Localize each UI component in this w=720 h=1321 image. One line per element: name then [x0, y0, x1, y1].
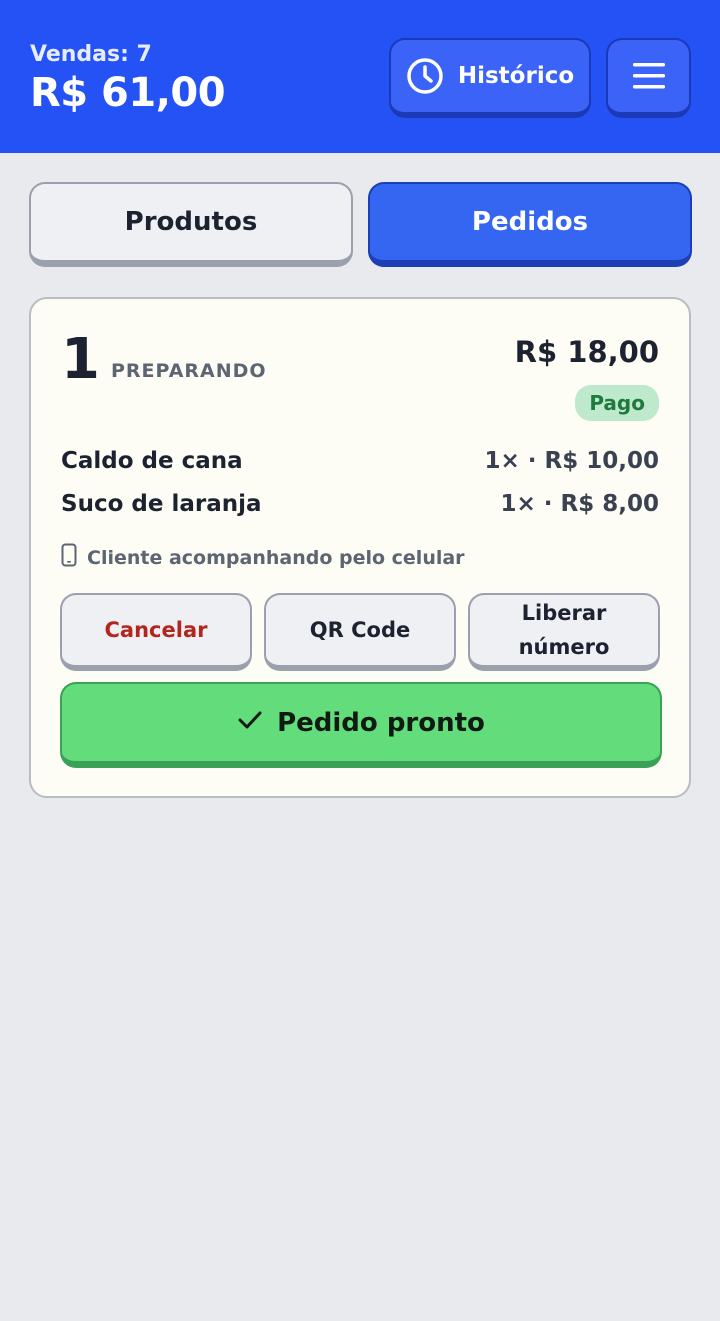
cancel-button[interactable]: Cancelar: [60, 593, 252, 671]
clock-icon: [406, 57, 444, 95]
checkmark-icon: [237, 708, 263, 738]
sales-total: R$ 61,00: [30, 70, 226, 116]
menu-button[interactable]: [606, 38, 691, 118]
item-qty-price: 1× · R$ 10,00: [484, 448, 660, 474]
order-ready-button[interactable]: Pedido pronto: [60, 682, 662, 768]
sales-count: Vendas: 7: [30, 42, 152, 67]
release-number-button[interactable]: Liberar número: [468, 593, 660, 671]
item-qty-price: 1× · R$ 8,00: [500, 491, 660, 517]
order-card: 1 PREPARANDO R$ 18,00 Pago Caldo de cana…: [29, 297, 691, 798]
qr-code-button[interactable]: QR Code: [264, 593, 456, 671]
tab-orders[interactable]: Pedidos: [368, 182, 692, 267]
tab-products[interactable]: Produtos: [29, 182, 353, 267]
history-button[interactable]: Histórico: [389, 38, 591, 118]
payment-status-badge: Pago: [575, 385, 659, 421]
hamburger-menu-icon: [631, 61, 667, 91]
history-label: Histórico: [457, 63, 575, 89]
order-item: Caldo de cana 1× · R$ 10,00: [61, 444, 659, 478]
client-tracking-note: Cliente acompanhando pelo celular: [61, 543, 465, 572]
order-status: PREPARANDO: [111, 360, 267, 382]
top-bar: Vendas: 7 R$ 61,00 Histórico: [0, 0, 720, 153]
release-label-line2: número: [518, 635, 610, 659]
order-number: 1: [61, 327, 100, 392]
item-name: Caldo de cana: [61, 448, 243, 474]
client-note-text: Cliente acompanhando pelo celular: [87, 546, 465, 569]
item-name: Suco de laranja: [61, 491, 262, 517]
order-item: Suco de laranja 1× · R$ 8,00: [61, 487, 659, 521]
order-ready-label: Pedido pronto: [277, 707, 485, 738]
order-total: R$ 18,00: [514, 335, 659, 369]
phone-icon: [61, 543, 77, 572]
release-label-line1: Liberar: [521, 601, 607, 625]
